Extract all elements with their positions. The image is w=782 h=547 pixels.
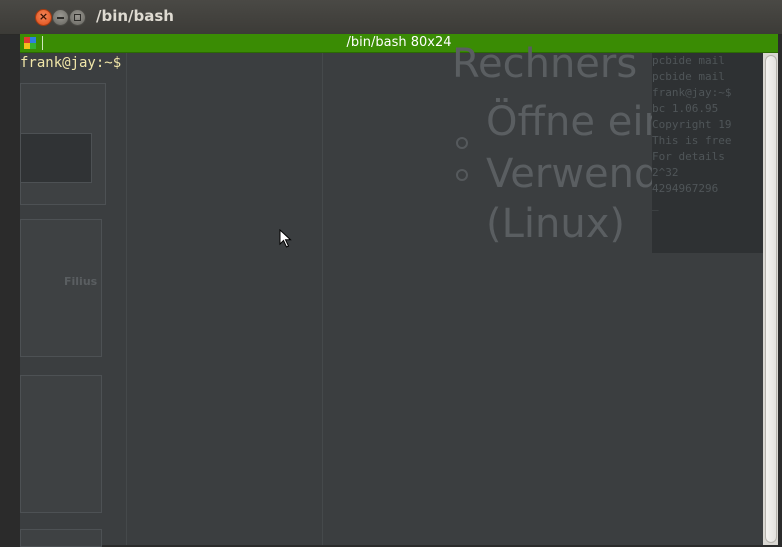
close-window-button[interactable]: ×: [35, 9, 52, 26]
background-slide-line: Öffne ein: [486, 99, 669, 145]
background-slide-thumb: [20, 529, 102, 547]
background-bullet-icon: [456, 137, 468, 149]
background-bullet-icon: [456, 169, 468, 181]
minimize-window-button[interactable]: [52, 9, 69, 26]
background-divider: [322, 53, 323, 545]
background-slide-thumb: [20, 133, 92, 183]
background-slide-title: Rechners: [452, 41, 638, 87]
mouse-pointer-icon: [279, 229, 292, 248]
background-slide-line: (Linux): [486, 201, 625, 247]
background-slide-thumb: [20, 375, 102, 513]
terminal-header-bar: /bin/bash 80x24: [20, 34, 778, 53]
window-titlebar[interactable]: × /bin/bash: [0, 0, 782, 35]
maximize-window-button[interactable]: [69, 9, 86, 26]
shell-prompt[interactable]: frank@jay:~$: [20, 55, 121, 71]
terminal-scrollbar[interactable]: [763, 53, 778, 545]
background-slide-thumb: [20, 219, 102, 357]
window-title: /bin/bash: [96, 7, 174, 25]
background-divider: [126, 53, 127, 545]
background-small-terminal: pcbide mail pcbide mail frank@jay:~$ bc 1.0…: [652, 53, 763, 253]
terminal-output-area[interactable]: Filius Rechners Öffne ein Verwend (Linux…: [20, 41, 763, 547]
background-slide-line: Verwend: [486, 151, 660, 197]
terminal-size-label: /bin/bash 80x24: [346, 35, 452, 50]
scrollbar-thumb[interactable]: [765, 55, 777, 543]
background-sidebar-label: Filius: [64, 275, 98, 288]
